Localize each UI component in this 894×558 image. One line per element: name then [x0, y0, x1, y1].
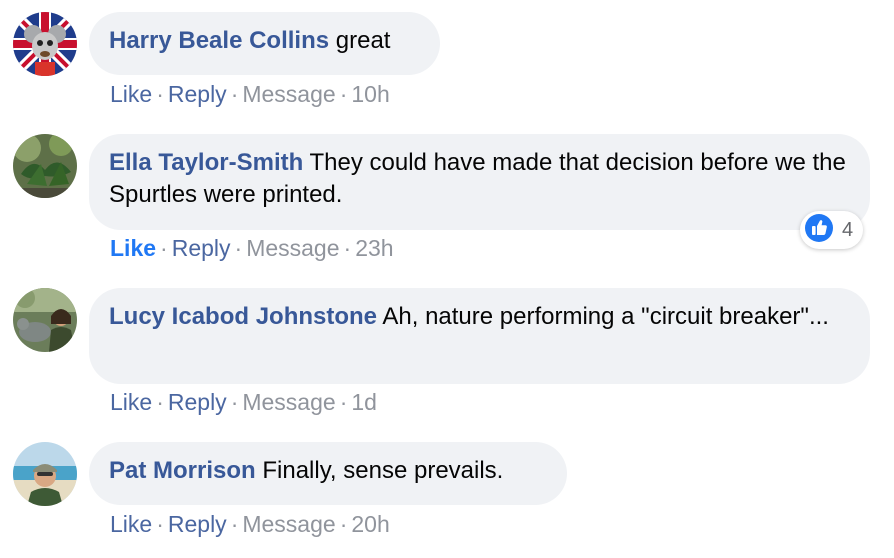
like-link[interactable]: Like	[110, 511, 152, 537]
separator-dot: ·	[156, 511, 164, 537]
reaction-badge[interactable]: 4	[800, 211, 864, 249]
reply-link[interactable]: Reply	[168, 511, 227, 537]
comment-text: Finally, sense prevails.	[262, 457, 504, 484]
comment-author[interactable]: Lucy Icabod Johnstone	[109, 303, 377, 330]
comment-bubble: Lucy Icabod Johnstone Ah, nature perform…	[89, 288, 870, 384]
separator-dot: ·	[156, 81, 164, 107]
separator-dot: ·	[339, 511, 348, 537]
separator-dot: ·	[230, 511, 239, 537]
timestamp[interactable]: 23h	[355, 235, 393, 261]
message-link[interactable]: Message	[242, 511, 335, 537]
timestamp[interactable]: 20h	[351, 511, 389, 537]
comment-author[interactable]: Pat Morrison	[109, 457, 256, 484]
reply-link[interactable]: Reply	[168, 81, 227, 107]
message-link[interactable]: Message	[242, 389, 335, 415]
avatar[interactable]	[13, 288, 77, 352]
timestamp[interactable]: 1d	[351, 389, 377, 415]
separator-dot: ·	[339, 81, 348, 107]
reaction-count: 4	[842, 218, 854, 241]
comment-bubble: Ella Taylor-Smith They could have made t…	[89, 134, 870, 230]
comment-actions: Like · Reply · Message · 23h	[110, 234, 394, 262]
comment-actions: Like · Reply · Message · 20h	[110, 510, 390, 538]
avatar[interactable]	[13, 12, 77, 76]
thumbs-up-icon	[804, 213, 834, 248]
separator-dot: ·	[230, 81, 239, 107]
message-link[interactable]: Message	[242, 81, 335, 107]
comment-text: great	[335, 27, 391, 54]
comment-author[interactable]: Harry Beale Collins	[109, 27, 329, 54]
reply-link[interactable]: Reply	[172, 235, 231, 261]
separator-dot: ·	[343, 235, 352, 261]
comment-actions: Like · Reply · Message · 10h	[110, 80, 390, 108]
comment-bubble: Harry Beale Collins great	[89, 12, 440, 75]
separator-dot: ·	[230, 389, 239, 415]
like-link[interactable]: Like	[110, 81, 152, 107]
separator-dot: ·	[156, 389, 164, 415]
avatar[interactable]	[13, 442, 77, 506]
message-link[interactable]: Message	[246, 235, 339, 261]
avatar[interactable]	[13, 134, 77, 198]
reply-link[interactable]: Reply	[168, 389, 227, 415]
separator-dot: ·	[160, 235, 168, 261]
separator-dot: ·	[339, 389, 348, 415]
comment-text: Ah, nature performing a "circuit breaker…	[382, 303, 829, 330]
comment-bubble: Pat Morrison Finally, sense prevails.	[89, 442, 567, 505]
timestamp[interactable]: 10h	[351, 81, 389, 107]
comment-actions: Like · Reply · Message · 1d	[110, 388, 377, 416]
like-link[interactable]: Like	[110, 235, 156, 261]
comment-author[interactable]: Ella Taylor-Smith	[109, 149, 303, 176]
separator-dot: ·	[234, 235, 243, 261]
like-link[interactable]: Like	[110, 389, 152, 415]
